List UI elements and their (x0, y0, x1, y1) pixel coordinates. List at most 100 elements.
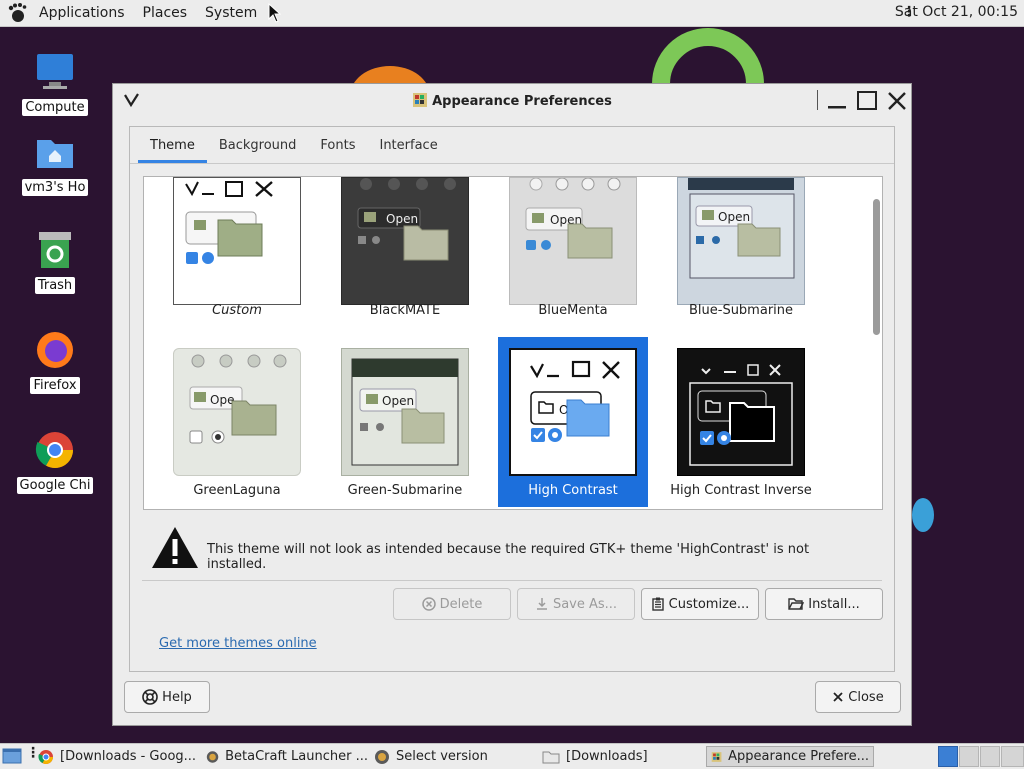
theme-name: GreenLaguna (193, 483, 281, 498)
theme-preview: Open (677, 177, 805, 305)
theme-name: High Contrast Inverse (670, 483, 812, 498)
minimize-icon[interactable] (825, 89, 849, 113)
desktop-icon-chrome[interactable]: Google Chi (0, 430, 110, 494)
theme-item-greenlaguna[interactable]: Ope GreenLaguna (162, 337, 312, 507)
maximize-icon[interactable] (855, 89, 879, 113)
desktop-icon-trash[interactable]: Trash (0, 230, 110, 294)
preview-open-label: Open (386, 212, 418, 226)
tab-bar: Theme Background Fonts Interface (130, 127, 894, 164)
theme-warning: This theme will not look as intended bec… (150, 525, 870, 575)
tab-theme[interactable]: Theme (138, 129, 207, 163)
workspace-1[interactable] (938, 746, 958, 767)
customize-button[interactable]: Customize... (641, 588, 759, 620)
theme-name: Custom (212, 303, 262, 318)
workspace-2[interactable] (959, 746, 979, 767)
theme-list-scrollbar[interactable] (873, 199, 880, 335)
workspace-3[interactable] (980, 746, 1000, 767)
desktop-icon-firefox[interactable]: Firefox (0, 330, 110, 394)
theme-preview-graphic: Open (351, 358, 459, 466)
appearance-icon (711, 751, 722, 762)
theme-item-blackmate[interactable]: Open BlackMATE (330, 177, 480, 318)
tab-interface[interactable]: Interface (367, 129, 449, 163)
get-more-themes-link[interactable]: Get more themes online (159, 636, 317, 651)
java-icon (375, 749, 389, 764)
customize-icon (651, 597, 664, 611)
preview-open-label: Open (382, 394, 414, 408)
install-button[interactable]: Install... (765, 588, 883, 620)
theme-item-high-contrast[interactable]: O High Contrast (498, 337, 648, 507)
delete-button[interactable]: Delete (393, 588, 511, 620)
theme-preview: O (509, 348, 637, 476)
save-as-button[interactable]: Save As... (517, 588, 635, 620)
window-title-text: Appearance Preferences (432, 94, 612, 109)
help-label: Help (162, 689, 192, 705)
close-button[interactable]: Close (815, 681, 901, 713)
desktop-icon-label: Google Chi (16, 477, 94, 494)
save-icon (536, 598, 547, 610)
computer-icon (37, 54, 73, 89)
warning-text: This theme will not look as intended bec… (207, 542, 810, 572)
install-label: Install... (808, 596, 860, 612)
theme-preview (173, 177, 301, 305)
theme-item-blue-submarine[interactable]: Open Blue-Submarine (666, 177, 816, 318)
theme-preview-graphic: O (530, 360, 620, 442)
preview-open-label: Open (718, 210, 750, 224)
top-panel: Applications Places System ⋮ Sat Oct 21,… (0, 0, 1024, 27)
bottom-taskbar: ⋮ [Downloads - Goog... BetaCraft Launche… (0, 743, 1024, 769)
theme-preview-graphic: Open (525, 177, 621, 259)
theme-item-high-contrast-inverse[interactable]: High Contrast Inverse (666, 337, 816, 507)
wallpaper-shape (912, 498, 934, 532)
menu-places[interactable]: Places (134, 5, 197, 21)
customize-label: Customize... (668, 596, 750, 612)
help-button[interactable]: Help (124, 681, 210, 713)
mouse-pointer-icon (268, 3, 282, 23)
folder-icon (542, 751, 560, 763)
appearance-icon (413, 93, 428, 107)
task-select-version[interactable]: Select version (374, 746, 524, 767)
titlebar[interactable]: Appearance Preferences (113, 84, 911, 120)
theme-name: Green-Submarine (347, 483, 463, 498)
trash-icon (39, 232, 71, 268)
task-label: Select version (396, 749, 488, 764)
help-icon (142, 689, 158, 705)
firefox-icon (37, 332, 73, 368)
close-window-icon[interactable] (885, 89, 909, 113)
tab-background[interactable]: Background (207, 129, 309, 163)
desktop-icon-label: Firefox (30, 377, 80, 394)
theme-name: Blue-Submarine (688, 303, 794, 318)
close-icon (833, 692, 843, 702)
task-betacraft-launcher[interactable]: BetaCraft Launcher ... (206, 746, 368, 767)
show-desktop-icon[interactable] (2, 747, 22, 765)
theme-list[interactable]: Custom Open BlackMATE Open BlueMenta Ope… (143, 176, 883, 510)
theme-preview-graphic: Open (357, 178, 456, 261)
theme-preview-graphic: Ope (189, 354, 287, 444)
delete-icon (421, 597, 436, 611)
theme-item-bluementa[interactable]: Open BlueMenta (498, 177, 648, 318)
theme-name: BlueMenta (538, 303, 608, 318)
java-icon (206, 750, 219, 763)
theme-item-green-submarine[interactable]: Open Green-Submarine (330, 337, 480, 507)
window-title: Appearance Preferences (113, 92, 911, 109)
menu-system[interactable]: System (196, 5, 266, 21)
tab-fonts[interactable]: Fonts (308, 129, 367, 163)
task-appearance-preferences[interactable]: Appearance Prefere... (706, 746, 874, 767)
theme-preview-graphic: Open (688, 178, 795, 279)
home-folder-icon (37, 140, 73, 168)
theme-item-custom[interactable]: Custom (162, 177, 312, 318)
theme-preview (677, 348, 805, 476)
clock[interactable]: Sat Oct 21, 00:15 (895, 4, 1018, 20)
task-downloads-folder[interactable]: [Downloads] (542, 746, 692, 767)
task-downloads-chrome[interactable]: [Downloads - Goog... (38, 746, 198, 767)
desktop-icon-home[interactable]: vm3's Ho (0, 132, 110, 196)
workspace-4[interactable] (1001, 746, 1024, 767)
close-label: Close (848, 689, 884, 705)
theme-name: High Contrast (528, 483, 618, 498)
menu-applications[interactable]: Applications (30, 5, 134, 21)
task-label: [Downloads] (566, 749, 648, 764)
desktop-icon-computer[interactable]: Compute (0, 52, 110, 116)
warning-icon (152, 527, 198, 568)
titlebar-divider (817, 90, 818, 110)
desktop-icon-label: Trash (34, 277, 76, 294)
gnome-foot-icon[interactable] (6, 2, 28, 24)
theme-preview: Open (341, 348, 469, 476)
